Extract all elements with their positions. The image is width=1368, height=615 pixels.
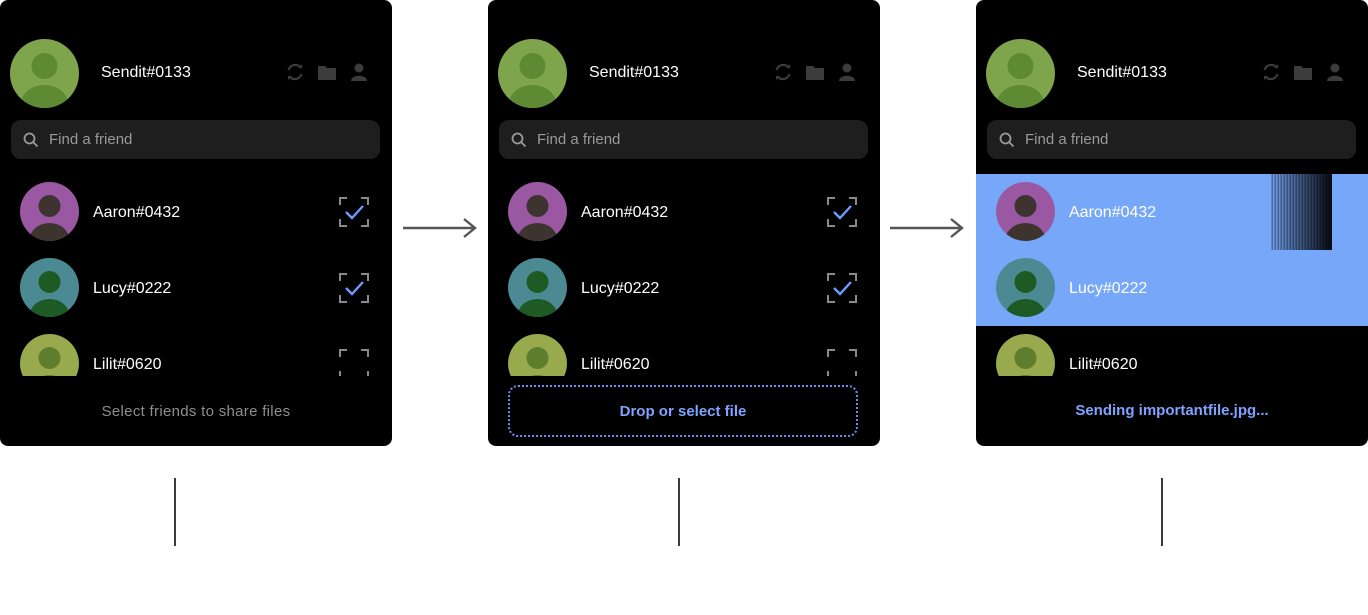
header: Sendit#0133 [488, 0, 880, 118]
avatar [996, 334, 1055, 376]
friend-name: Lucy#0222 [1069, 280, 1148, 297]
user-avatar[interactable] [498, 39, 567, 108]
avatar [508, 182, 567, 241]
profile-icon[interactable] [1325, 62, 1345, 82]
checkbox-checked-icon[interactable] [339, 273, 369, 303]
panel-select-friends: Sendit#0133 Aaron#0432 Lucy#0222 [0, 0, 392, 446]
username: Sendit#0133 [101, 64, 191, 81]
search-icon [23, 132, 39, 148]
friend-name: Lucy#0222 [93, 280, 172, 297]
avatar [996, 182, 1055, 241]
checkbox-icon[interactable] [827, 349, 857, 376]
friend-list: Aaron#0432 Lucy#0222 Lilit#0620 [488, 174, 880, 376]
profile-icon[interactable] [837, 62, 857, 82]
search-input[interactable] [1025, 120, 1345, 159]
user-avatar[interactable] [986, 39, 1055, 108]
avatar [508, 334, 567, 376]
search-input[interactable] [49, 120, 369, 159]
friend-name: Lucy#0222 [581, 280, 660, 297]
connector-line [678, 478, 680, 546]
username: Sendit#0133 [589, 64, 679, 81]
friend-name: Lilit#0620 [581, 356, 650, 373]
connector-line [174, 478, 176, 546]
header: Sendit#0133 [976, 0, 1368, 118]
friend-name: Aaron#0432 [1069, 204, 1157, 221]
friend-list: Aaron#0432 Lucy#0222 Lilit#0620 [0, 174, 392, 376]
list-item[interactable]: Lucy#0222 [0, 250, 392, 326]
checkbox-icon[interactable] [339, 349, 369, 376]
refresh-icon[interactable] [773, 62, 793, 82]
avatar [20, 334, 79, 376]
checkbox-checked-icon[interactable] [827, 197, 857, 227]
file-dropzone[interactable]: Drop or select file [508, 385, 858, 437]
list-item[interactable]: Lucy#0222 [488, 250, 880, 326]
search-bar[interactable] [987, 120, 1356, 159]
friend-name: Lilit#0620 [93, 356, 162, 373]
panel-drop-file: Sendit#0133 Aaron#0432 Lucy#0222 [488, 0, 880, 446]
profile-icon[interactable] [349, 62, 369, 82]
arrow-right-icon [403, 218, 477, 238]
checkbox-checked-icon[interactable] [827, 273, 857, 303]
folder-icon[interactable] [805, 62, 825, 82]
search-input[interactable] [537, 120, 857, 159]
avatar [20, 182, 79, 241]
list-item[interactable]: Lilit#0620 [976, 326, 1368, 376]
folder-icon[interactable] [317, 62, 337, 82]
avatar [20, 258, 79, 317]
friend-name: Aaron#0432 [581, 204, 669, 221]
refresh-icon[interactable] [285, 62, 305, 82]
arrow-right-icon [890, 218, 964, 238]
checkbox-checked-icon[interactable] [339, 197, 369, 227]
friend-name: Aaron#0432 [93, 204, 181, 221]
progress-fade-effect [1270, 174, 1332, 250]
username: Sendit#0133 [1077, 64, 1167, 81]
search-bar[interactable] [499, 120, 868, 159]
header: Sendit#0133 [0, 0, 392, 118]
refresh-icon[interactable] [1261, 62, 1281, 82]
friend-name: Lilit#0620 [1069, 356, 1138, 373]
footer-hint: Select friends to share files [101, 403, 291, 420]
connector-line [1161, 478, 1163, 546]
avatar [996, 258, 1055, 317]
list-item[interactable]: Aaron#0432 [0, 174, 392, 250]
list-item-selected[interactable]: Lucy#0222 [976, 250, 1368, 326]
avatar [508, 258, 567, 317]
list-item[interactable]: Aaron#0432 [488, 174, 880, 250]
list-item[interactable]: Lilit#0620 [488, 326, 880, 376]
list-item[interactable]: Lilit#0620 [0, 326, 392, 376]
search-icon [999, 132, 1015, 148]
folder-icon[interactable] [1293, 62, 1313, 82]
user-avatar[interactable] [10, 39, 79, 108]
search-icon [511, 132, 527, 148]
sending-status: Sending importantfile.jpg... [1075, 402, 1269, 419]
search-bar[interactable] [11, 120, 380, 159]
